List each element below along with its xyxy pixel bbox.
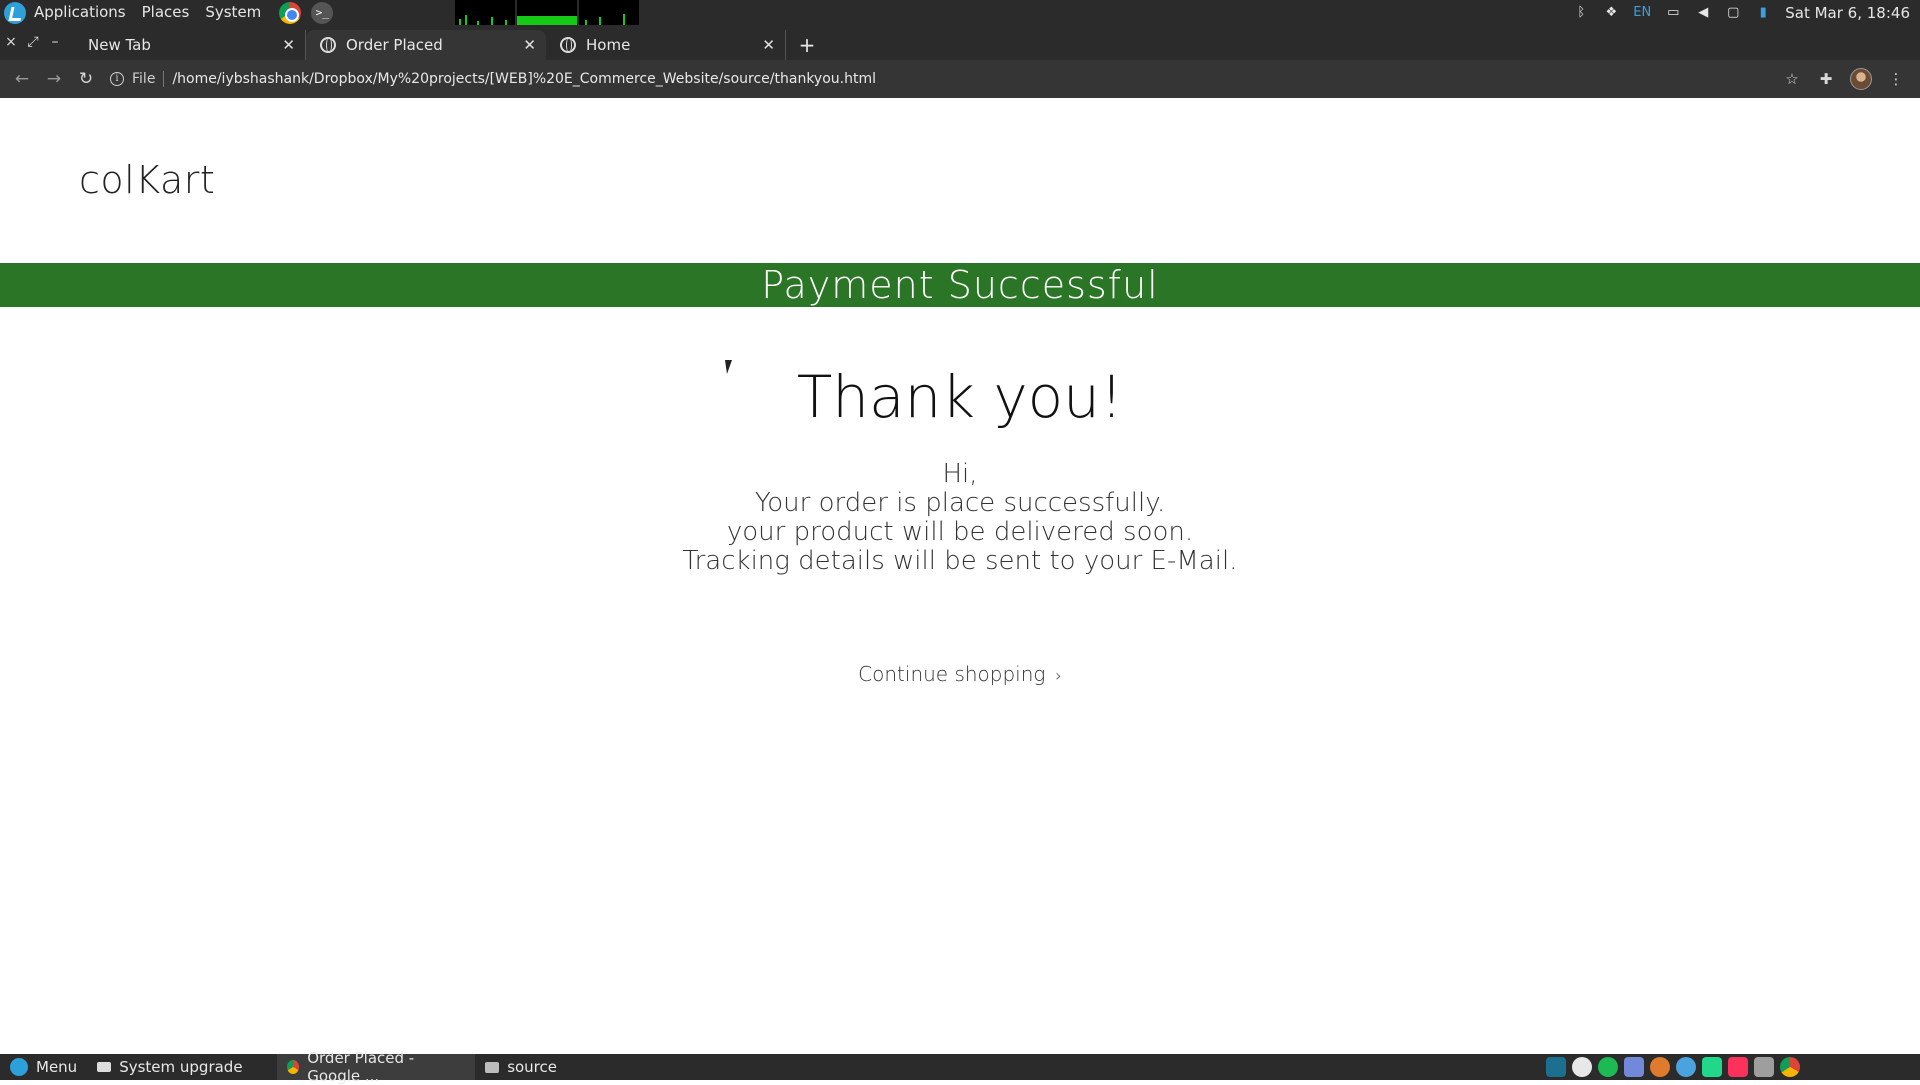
menu-logo-icon — [10, 1058, 28, 1076]
start-menu-button[interactable]: Menu — [0, 1054, 87, 1080]
browser-tab-strip: × ⤢ – New Tab ✕ Order Placed ✕ Home ✕ + — [0, 25, 1920, 60]
spotify-icon[interactable] — [1598, 1057, 1618, 1077]
pycharm-icon[interactable] — [1702, 1057, 1722, 1077]
tab-close-icon[interactable]: ✕ — [762, 36, 775, 54]
globe-icon — [560, 37, 576, 53]
tab-title: Order Placed — [346, 36, 443, 54]
taskbar-item-source[interactable]: source — [475, 1054, 567, 1080]
reload-icon[interactable]: ↻ — [70, 63, 102, 95]
continue-shopping-link[interactable]: Continue shopping › — [0, 662, 1920, 686]
message-line: Your order is place successfully. — [754, 488, 1166, 518]
window-maximize-icon[interactable]: ⤢ — [22, 25, 44, 60]
order-message: Hi, Your order is place successfully. yo… — [0, 460, 1920, 576]
toolbar-actions: ☆ ✚ ⋮ — [1782, 68, 1920, 90]
extensions-puzzle-icon[interactable]: ✚ — [1816, 69, 1836, 89]
tab-title: New Tab — [88, 36, 151, 54]
intellij-icon[interactable] — [1728, 1057, 1748, 1077]
battery-icon[interactable]: ▮ — [1755, 5, 1771, 21]
chrome-icon — [287, 1060, 300, 1074]
terminal-launcher-icon[interactable]: >_ — [311, 1, 334, 24]
tab-home[interactable]: Home ✕ — [546, 30, 786, 60]
taskbar-tray — [1546, 1057, 1920, 1077]
message-line: Tracking details will be sent to your E-… — [682, 546, 1238, 576]
keyboard-layout-indicator[interactable]: EN — [1633, 5, 1651, 20]
network-graph — [579, 0, 640, 25]
notifications-icon[interactable]: ▢ — [1725, 5, 1741, 21]
tab-close-icon[interactable]: ✕ — [523, 36, 536, 54]
distro-logo-icon[interactable] — [4, 1, 26, 24]
back-arrow-icon[interactable]: ← — [6, 63, 38, 95]
payment-status-banner: Payment Successful — [0, 263, 1920, 307]
address-bar[interactable]: i File /home/iybshashank/Dropbox/My%20pr… — [110, 64, 1782, 94]
kebab-menu-icon[interactable]: ⋮ — [1886, 69, 1906, 89]
folder-icon — [485, 1061, 500, 1073]
thank-you-heading: Thank you! — [796, 363, 1124, 431]
globe-icon — [320, 37, 336, 53]
chrome-tray-icon[interactable] — [1780, 1057, 1800, 1077]
calculator-icon[interactable] — [1754, 1057, 1774, 1077]
status-tray: ᛒ ❖ EN ▭ ◀ ▢ ▮ Sat Mar 6, 18:46 — [1573, 4, 1920, 22]
taskbar-item-order-placed[interactable]: Order Placed - Google ... — [277, 1049, 476, 1085]
browser-toolbar: ← → ↻ i File /home/iybshashank/Dropbox/M… — [0, 60, 1920, 98]
tab-close-icon[interactable]: ✕ — [282, 36, 295, 54]
url-text[interactable]: /home/iybshashank/Dropbox/My%20projects/… — [172, 71, 876, 87]
menu-label: Menu — [36, 1058, 78, 1076]
taskbar-item-label: System upgrade — [119, 1058, 243, 1076]
applications-menu[interactable]: Applications — [26, 0, 134, 25]
site-logo[interactable]: colKart — [79, 158, 215, 202]
discord-icon[interactable] — [1624, 1057, 1644, 1077]
volume-icon[interactable]: ◀ — [1695, 5, 1711, 21]
chevron-right-icon: › — [1055, 666, 1062, 685]
continue-shopping-label: Continue shopping — [858, 662, 1046, 686]
window-close-icon[interactable]: × — [0, 25, 22, 60]
system-menu[interactable]: System — [197, 0, 269, 25]
display-icon[interactable]: ▭ — [1665, 5, 1681, 21]
window-minimize-icon[interactable]: – — [44, 25, 66, 60]
skype-icon[interactable] — [1650, 1057, 1670, 1077]
new-tab-button[interactable]: + — [792, 30, 822, 60]
mail-tray-icon[interactable] — [1572, 1057, 1592, 1077]
taskbar-item-system-upgrade[interactable]: System upgrade — [87, 1054, 277, 1080]
message-line: Hi, — [942, 459, 978, 489]
places-menu[interactable]: Places — [134, 0, 198, 25]
vpn-icon[interactable] — [1676, 1057, 1696, 1077]
info-icon[interactable]: i — [110, 72, 124, 86]
dropbox-icon[interactable]: ❖ — [1603, 5, 1619, 21]
profile-avatar[interactable] — [1850, 68, 1872, 90]
memory-graph — [517, 0, 578, 25]
bluetooth-icon[interactable]: ᛒ — [1573, 5, 1589, 21]
top-system-panel: Applications Places System >_ ᛒ ❖ EN ▭ ◀… — [0, 0, 1920, 25]
clock[interactable]: Sat Mar 6, 18:46 — [1785, 4, 1910, 22]
taskbar-item-label: source — [507, 1058, 557, 1076]
tab-order-placed[interactable]: Order Placed ✕ — [306, 30, 546, 60]
cpu-graph — [455, 0, 516, 25]
bottom-taskbar: Menu System upgrade Order Placed - Googl… — [0, 1049, 1920, 1085]
tab-new-tab[interactable]: New Tab ✕ — [66, 30, 306, 60]
bookmark-star-icon[interactable]: ☆ — [1782, 69, 1802, 89]
forward-arrow-icon[interactable]: → — [38, 63, 70, 95]
tab-title: Home — [586, 36, 631, 54]
app-tray-icon[interactable] — [1546, 1057, 1566, 1077]
web-page: colKart Payment Successful Thank you! Hi… — [0, 98, 1920, 1054]
chrome-launcher-icon[interactable] — [279, 1, 302, 24]
message-line: your product will be delivered soon. — [726, 517, 1194, 547]
document-icon — [97, 1062, 112, 1072]
url-scheme-label: File — [132, 71, 165, 87]
